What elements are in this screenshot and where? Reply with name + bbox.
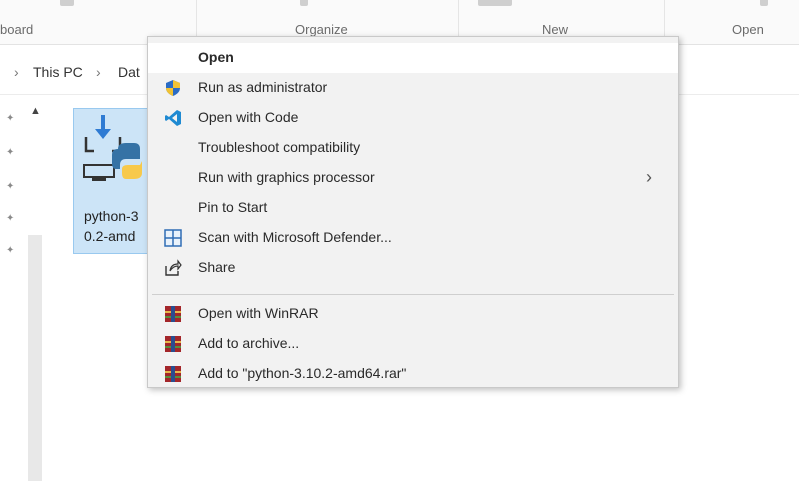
ribbon-group-organize: Organize bbox=[295, 22, 348, 37]
menu-item-scan-with-defender[interactable]: Scan with Microsoft Defender... bbox=[148, 223, 678, 253]
ribbon-group-clipboard: board bbox=[0, 22, 34, 37]
menu-item-label: Add to "python-3.10.2-amd64.rar" bbox=[198, 365, 407, 381]
ribbon-button-stub[interactable] bbox=[300, 0, 308, 6]
menu-item-open[interactable]: Open bbox=[148, 43, 678, 73]
pin-icon: ✦ bbox=[6, 213, 15, 224]
vscode-icon bbox=[165, 110, 181, 126]
navigation-pane: ✦ ▲ ✦ ✦ ✦ ✦ bbox=[0, 95, 42, 481]
winrar-icon bbox=[165, 336, 181, 352]
breadcrumb-chevron-icon: › bbox=[96, 64, 101, 80]
ribbon-group-open: Open bbox=[732, 22, 764, 37]
python-installer-icon bbox=[83, 115, 142, 181]
menu-item-label: Run as administrator bbox=[198, 79, 328, 95]
menu-item-share[interactable]: Share bbox=[148, 253, 678, 283]
selected-file-item[interactable]: python-3 0.2-amd bbox=[73, 108, 155, 254]
menu-separator bbox=[152, 294, 674, 295]
menu-item-label: Open with WinRAR bbox=[198, 305, 319, 321]
pin-icon: ✦ bbox=[6, 181, 15, 192]
menu-item-open-with-code[interactable]: Open with Code bbox=[148, 103, 678, 133]
breadcrumb-this-pc[interactable]: This PC bbox=[33, 64, 83, 80]
pin-icon: ✦ bbox=[6, 245, 15, 256]
menu-item-label: Share bbox=[198, 259, 236, 275]
scroll-up-arrow-icon[interactable]: ▲ bbox=[30, 105, 41, 117]
menu-item-pin-to-start[interactable]: Pin to Start bbox=[148, 193, 678, 223]
breadcrumb-chevron-icon: › bbox=[14, 64, 19, 80]
menu-item-label: Troubleshoot compatibility bbox=[198, 139, 361, 155]
share-icon bbox=[165, 259, 182, 276]
ribbon-button-stub[interactable] bbox=[478, 0, 512, 6]
breadcrumb-data[interactable]: Dat bbox=[118, 64, 140, 80]
menu-item-troubleshoot-compatibility[interactable]: Troubleshoot compatibility bbox=[148, 133, 678, 163]
defender-icon bbox=[164, 229, 182, 247]
pin-icon: ✦ bbox=[6, 147, 15, 158]
winrar-icon bbox=[165, 306, 181, 322]
menu-item-run-as-administrator[interactable]: Run as administrator bbox=[148, 73, 678, 103]
ribbon-group-new: New bbox=[542, 22, 569, 37]
menu-item-run-with-graphics-processor[interactable]: Run with graphics processor › bbox=[148, 163, 678, 193]
ribbon-button-stub[interactable] bbox=[60, 0, 74, 6]
menu-item-add-to-rar[interactable]: Add to "python-3.10.2-amd64.rar" bbox=[148, 359, 678, 389]
menu-item-label: Scan with Microsoft Defender... bbox=[198, 229, 392, 245]
menu-item-label: Open bbox=[198, 49, 234, 65]
menu-item-label: Pin to Start bbox=[198, 199, 268, 215]
chevron-right-icon: › bbox=[646, 167, 652, 187]
menu-item-add-to-archive[interactable]: Add to archive... bbox=[148, 329, 678, 359]
menu-item-label: Open with Code bbox=[198, 109, 299, 125]
file-name-line-2: 0.2-amd bbox=[84, 228, 136, 244]
menu-item-label: Add to archive... bbox=[198, 335, 300, 351]
winrar-icon bbox=[165, 366, 181, 382]
pin-icon: ✦ bbox=[6, 113, 15, 124]
uac-shield-icon bbox=[166, 80, 180, 96]
ribbon-button-stub[interactable] bbox=[760, 0, 768, 6]
file-name-line-1: python-3 bbox=[84, 208, 139, 224]
menu-item-label: Run with graphics processor bbox=[198, 169, 375, 185]
context-menu: Open Run as administrator Open with Code… bbox=[147, 36, 679, 388]
menu-item-open-with-winrar[interactable]: Open with WinRAR bbox=[148, 299, 678, 329]
nav-scrollbar[interactable] bbox=[28, 235, 42, 481]
